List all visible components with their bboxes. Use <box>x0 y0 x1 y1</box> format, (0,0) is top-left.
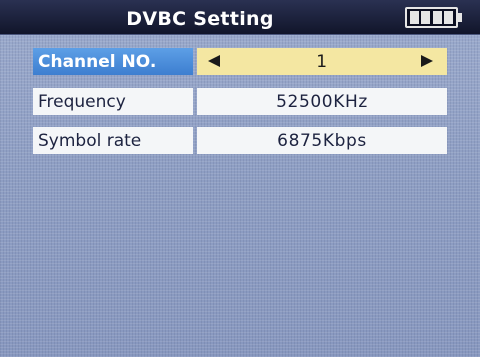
channel-number-row[interactable]: Channel NO. 1 <box>33 48 447 75</box>
symbol-rate-label: Symbol rate <box>33 127 193 154</box>
battery-cell <box>421 11 431 24</box>
channel-number-value: 1 <box>316 52 328 72</box>
symbol-rate-row[interactable]: Symbol rate 6875Kbps <box>33 127 447 154</box>
arrow-right-icon[interactable] <box>421 55 433 67</box>
title-bar: DVBC Setting <box>0 0 480 35</box>
battery-cell <box>443 11 453 24</box>
page-title: DVBC Setting <box>126 8 274 30</box>
symbol-rate-value[interactable]: 6875Kbps <box>197 127 447 154</box>
frequency-label: Frequency <box>33 88 193 115</box>
battery-full-icon <box>405 7 462 28</box>
dvbc-setting-screen: DVBC Setting Channel NO. 1 Frequency 525… <box>0 0 480 357</box>
battery-body <box>405 7 458 28</box>
arrow-left-icon[interactable] <box>208 55 220 67</box>
channel-number-label: Channel NO. <box>33 48 193 75</box>
battery-cell <box>432 11 442 24</box>
channel-number-selector[interactable]: 1 <box>197 48 447 75</box>
battery-cell <box>410 11 419 24</box>
frequency-value[interactable]: 52500KHz <box>197 88 447 115</box>
battery-tip <box>458 13 462 22</box>
frequency-row[interactable]: Frequency 52500KHz <box>33 88 447 115</box>
